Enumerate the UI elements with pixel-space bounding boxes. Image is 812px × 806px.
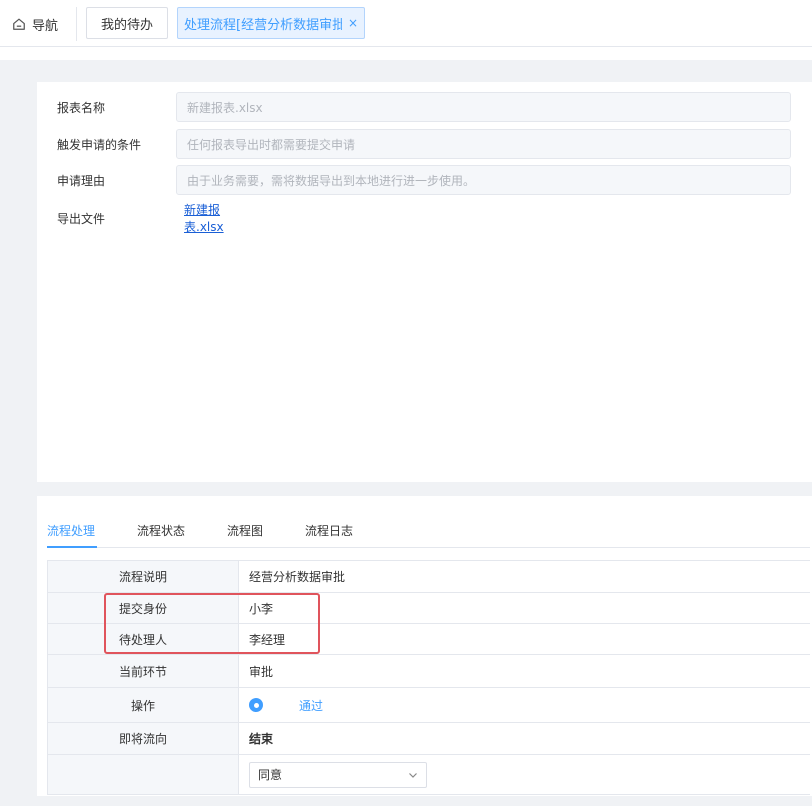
row-key: 流程说明 — [48, 561, 239, 592]
tab-bar: 导航 我的待办 处理流程[经营分析数据审批] × — [0, 0, 812, 47]
row-value: 结束 — [249, 732, 274, 746]
export-file-label: 导出文件 — [57, 211, 106, 226]
row-value: 经营分析数据审批 — [249, 570, 346, 584]
reason-label: 申请理由 — [57, 173, 106, 188]
row-key — [48, 755, 239, 794]
radio-pass-label[interactable]: 通过 — [299, 697, 323, 714]
close-icon[interactable]: × — [348, 16, 358, 30]
table-row: 同意 — [48, 755, 810, 795]
home-icon — [13, 18, 25, 30]
row-key: 提交身份 — [48, 593, 239, 623]
opinion-select-value: 同意 — [258, 768, 283, 782]
table-row: 当前环节 审批 — [48, 655, 810, 688]
content-background — [0, 60, 812, 82]
report-name-label: 报表名称 — [57, 100, 106, 115]
bottom-gap — [0, 796, 812, 806]
radio-pass[interactable] — [249, 698, 263, 712]
tab-my-todo[interactable]: 我的待办 — [86, 7, 168, 39]
divider — [76, 7, 77, 41]
trigger-field[interactable]: 任何报表导出时都需要提交申请 — [176, 129, 791, 159]
row-value: 审批 — [249, 664, 274, 679]
table-row: 流程说明 经营分析数据审批 — [48, 561, 810, 593]
tab-flow-process[interactable]: 流程处理 — [47, 522, 95, 539]
table-row: 提交身份 小李 — [48, 593, 810, 624]
trigger-label: 触发申请的条件 — [57, 137, 142, 152]
row-key: 当前环节 — [48, 655, 239, 687]
row-key: 操作 — [48, 688, 239, 722]
table-row: 待处理人 李经理 — [48, 624, 810, 655]
row-value: 通过 — [239, 688, 810, 722]
nav-home-button[interactable]: 导航 — [12, 14, 58, 34]
table-row: 操作 通过 — [48, 688, 810, 723]
row-value: 李经理 — [249, 632, 286, 647]
tab-process-flow-label: 处理流程[经营分析数据审批] — [184, 17, 342, 33]
left-gutter — [0, 82, 37, 796]
row-key: 即将流向 — [48, 723, 239, 754]
row-key: 待处理人 — [48, 624, 239, 654]
report-name-field[interactable]: 新建报表.xlsx — [176, 92, 791, 122]
reason-field[interactable]: 由于业务需要，需将数据导出到本地进行进一步使用。 — [176, 165, 791, 195]
section-gap — [37, 482, 812, 496]
chevron-down-icon — [409, 772, 417, 778]
row-value: 小李 — [249, 601, 274, 616]
flow-info-table: 流程说明 经营分析数据审批 提交身份 小李 待处理人 李经理 当前环节 审批 操… — [47, 560, 810, 795]
tab-flow-status[interactable]: 流程状态 — [137, 522, 185, 539]
export-file-link[interactable]: 新建报表.xlsx — [184, 201, 224, 235]
opinion-select[interactable]: 同意 — [249, 761, 427, 788]
row-value: 同意 — [239, 755, 810, 794]
active-tab-indicator — [47, 546, 97, 548]
flow-tabs: 流程处理 流程状态 流程图 流程日志 — [47, 518, 810, 548]
nav-home-label: 导航 — [32, 18, 59, 34]
tab-process-flow[interactable]: 处理流程[经营分析数据审批] × — [177, 7, 365, 39]
tab-flow-chart[interactable]: 流程图 — [227, 522, 263, 539]
tab-flow-log[interactable]: 流程日志 — [305, 522, 353, 539]
table-row: 即将流向 结束 — [48, 723, 810, 755]
